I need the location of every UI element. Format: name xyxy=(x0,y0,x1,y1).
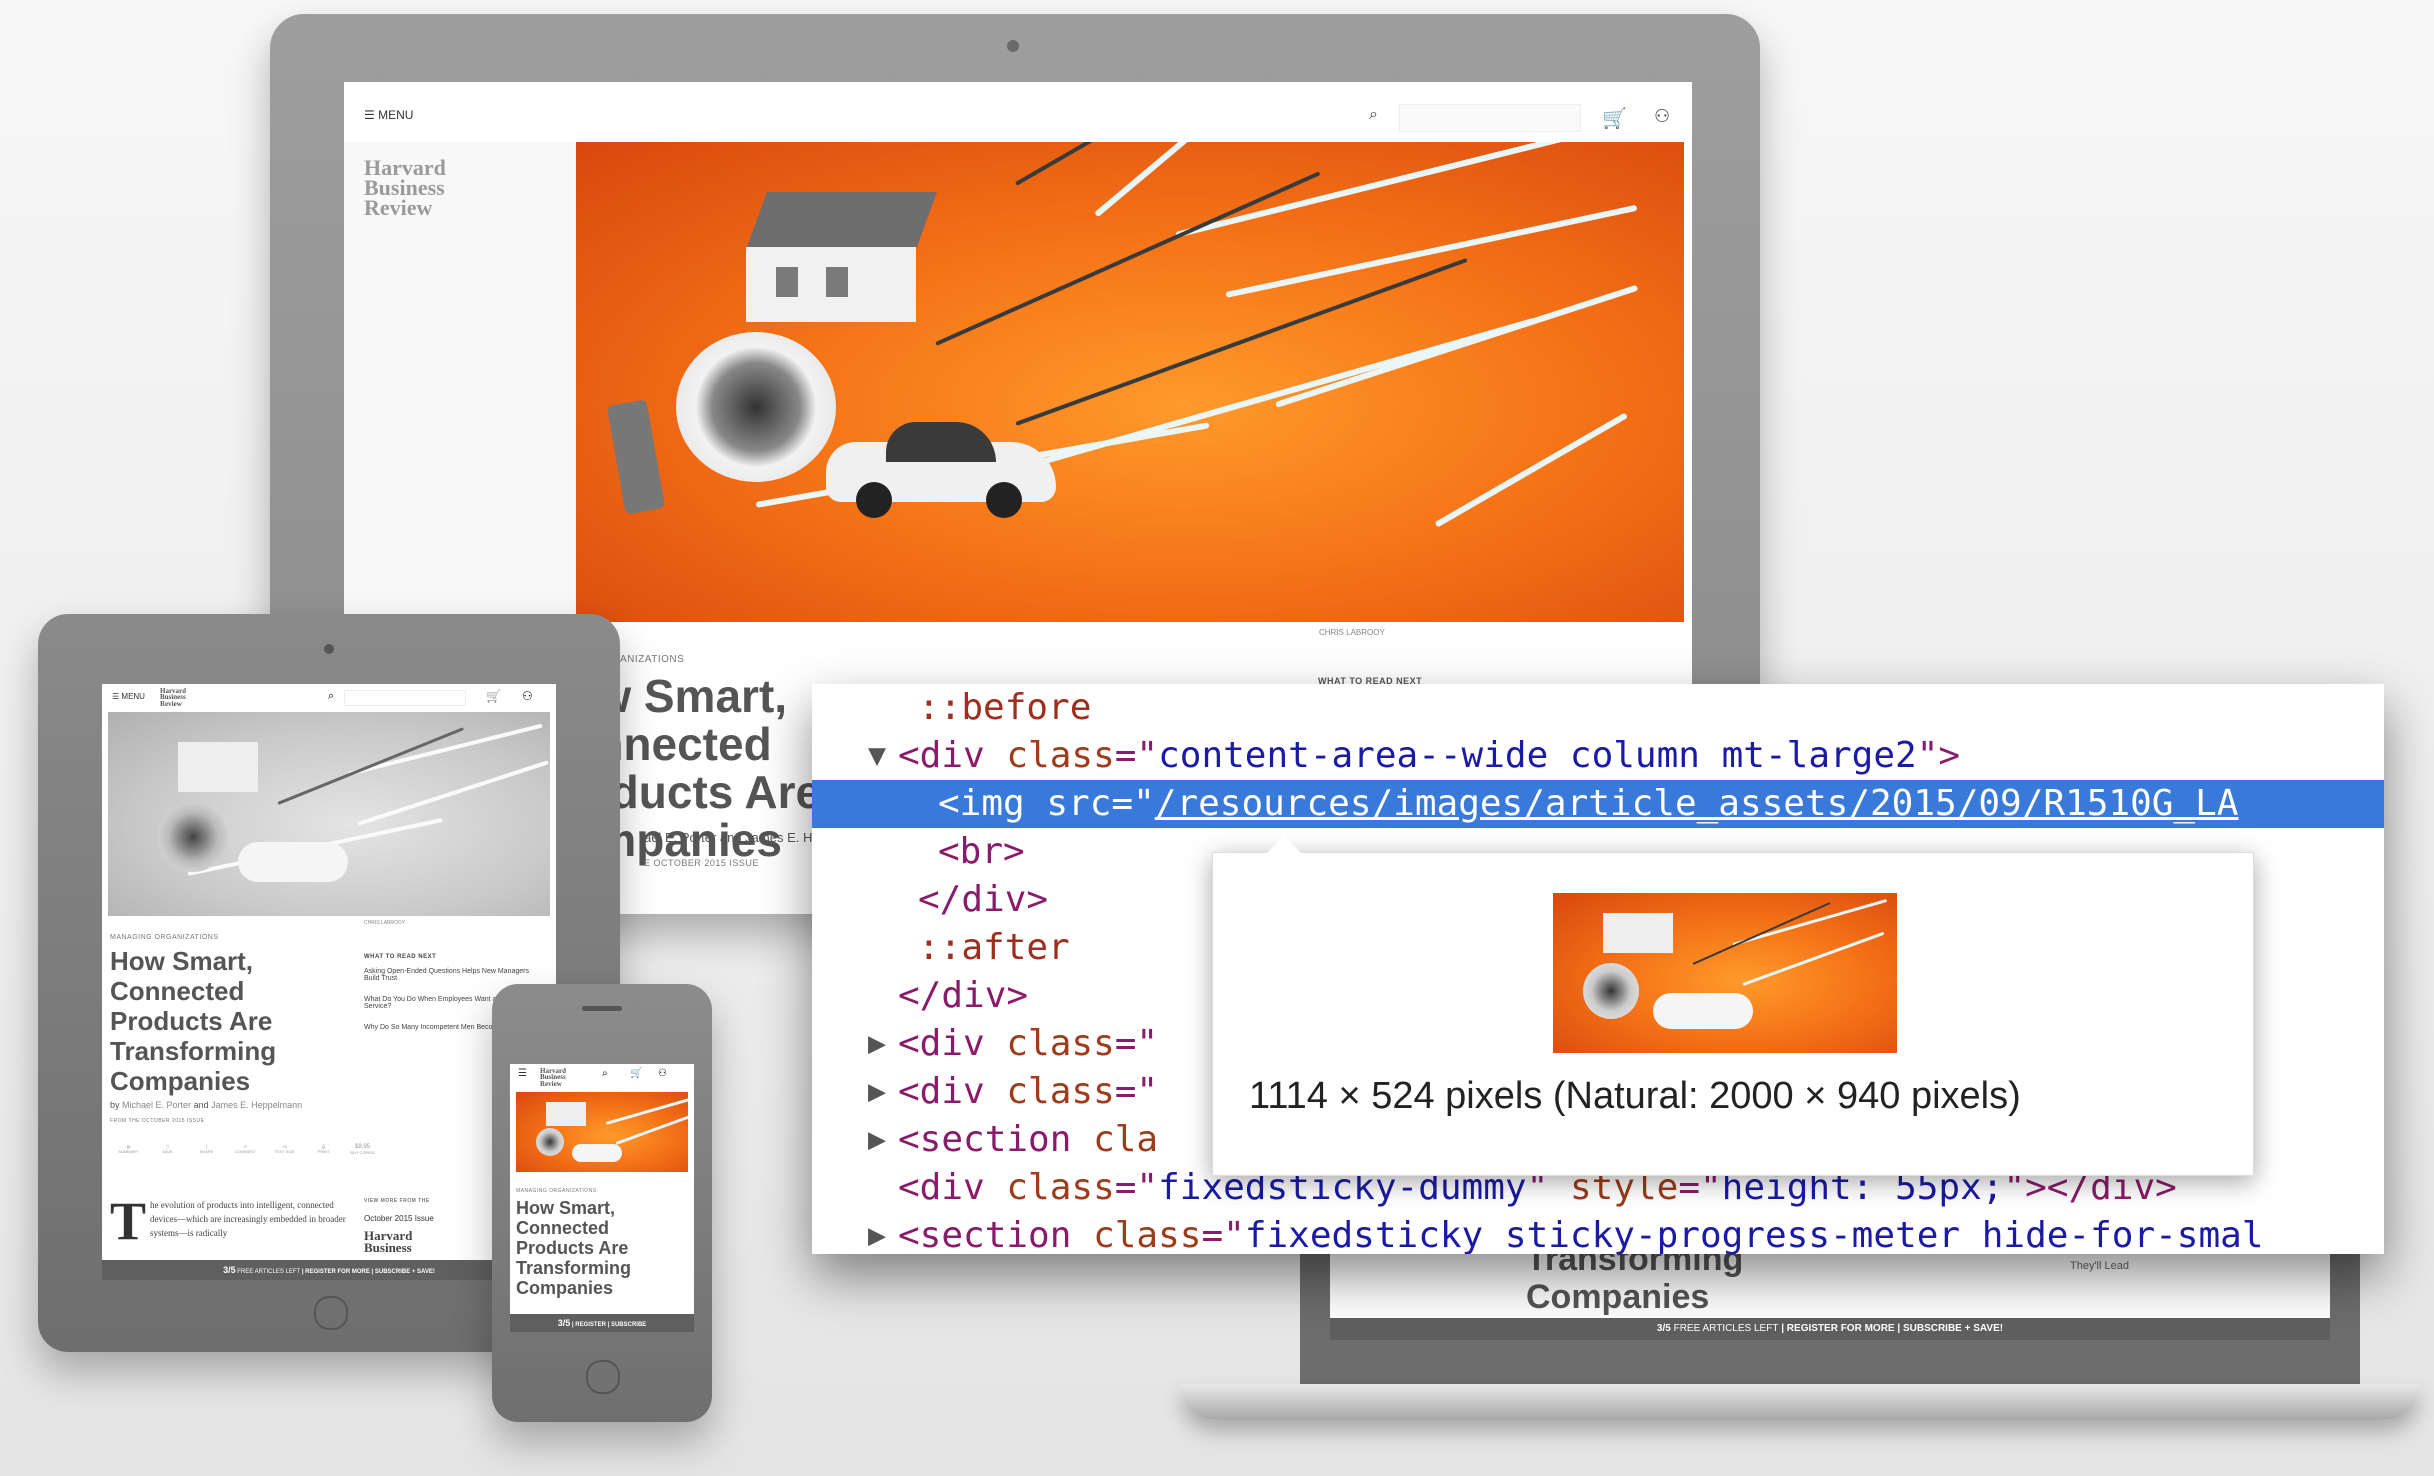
tablet-photo-credit: CHRIS LABROOY xyxy=(364,920,406,926)
tablet-search-icon[interactable]: ⌕ xyxy=(328,690,334,703)
phone-search-icon[interactable]: ⌕ xyxy=(602,1068,608,1079)
desktop-camera xyxy=(1007,40,1019,52)
devtools-code: <section class="fixedsticky sticky-progr… xyxy=(898,1215,2264,1254)
tablet-logo[interactable]: Harvard Business Review xyxy=(160,687,186,707)
tablet-view-more: VIEW MORE FROM THE xyxy=(364,1198,430,1204)
tablet-menu-button[interactable]: ☰ MENU xyxy=(112,692,145,701)
devtools-code: <div class="content-area--wide column mt… xyxy=(898,735,1961,776)
devtools-code: ::before xyxy=(918,687,1092,728)
house-illustration xyxy=(726,192,937,322)
tooltip-image-thumbnail xyxy=(1553,893,1897,1053)
tablet-cart-icon[interactable]: 🛒 xyxy=(486,689,501,703)
phone-cart-icon[interactable]: 🛒 xyxy=(630,1068,642,1079)
phone: ☰ Harvard Business Review ⌕ 🛒 ⚇ MANAGING O… xyxy=(492,984,712,1422)
phone-promo-bar[interactable]: 3/5 | REGISTER | SUBSCRIBE xyxy=(510,1314,694,1332)
hamburger-icon: ☰ xyxy=(364,108,375,122)
desktop-logo-text: Harvard Business Review xyxy=(364,155,446,220)
robot-arm-illustration xyxy=(606,399,666,515)
devtools-node-line[interactable]: ▼ <div class="content-area--wide column m… xyxy=(812,732,2384,780)
author-link-1[interactable]: Michael E. Porter xyxy=(122,1100,191,1110)
phone-hero-image xyxy=(516,1092,688,1172)
tablet-screen: ☰ MENU Harvard Business Review ⌕ 🛒 ⚇ CHRIS… xyxy=(102,684,556,1280)
expand-triangle-icon[interactable]: ▶ xyxy=(868,1116,886,1164)
desktop-hero-image xyxy=(576,142,1684,622)
phone-screen: ☰ Harvard Business Review ⌕ 🛒 ⚇ MANAGING O… xyxy=(510,1064,694,1332)
tablet-issue: FROM THE OCTOBER 2015 ISSUE xyxy=(110,1118,205,1124)
tooltip-arrow xyxy=(1266,836,1302,854)
desktop-menu-button[interactable]: ☰ MENU xyxy=(364,108,413,122)
phone-home-button[interactable] xyxy=(586,1360,620,1394)
text-size-button[interactable]: +A TEXT SIZE xyxy=(266,1144,303,1174)
tablet-kicker[interactable]: MANAGING ORGANIZATIONS xyxy=(110,934,219,941)
expand-triangle-icon[interactable]: ▶ xyxy=(868,1068,886,1116)
tablet-tools-bar: ▤ SUMMARY ▢ SAVE ⇪ SHARE ✎ COMMENT +A TEXT SI… xyxy=(110,1144,410,1174)
tablet-headline: How Smart, Connected Products Are Transf… xyxy=(110,946,277,1096)
devtools-code: ::after xyxy=(918,927,1070,968)
desktop-search-input[interactable] xyxy=(1399,104,1581,132)
print-button[interactable]: ⎙ PRINT xyxy=(305,1144,342,1174)
tablet-camera xyxy=(324,644,334,654)
devtools-selected-node[interactable]: <img src="/resources/images/article_asse… xyxy=(812,780,2384,828)
phone-speaker xyxy=(582,1006,622,1011)
devtools-code: <section cla xyxy=(898,1119,1159,1160)
devtools-code: </div> xyxy=(918,879,1049,920)
tablet-search-input[interactable] xyxy=(344,690,466,706)
buy-copies-button[interactable]: $8.95 BUY COPIES xyxy=(344,1144,381,1174)
desktop-byline: ael E. Porter and James E. Hep xyxy=(644,830,827,845)
phone-headline: How Smart, Connected Products Are Transf… xyxy=(516,1198,632,1298)
image-preview-tooltip: 1114 × 524 pixels (Natural: 2000 × 940 p… xyxy=(1212,852,2254,1176)
tablet-issue-logo: Harvard Business xyxy=(364,1228,413,1255)
tablet-what-to-read-next: WHAT TO READ NEXT xyxy=(364,954,437,960)
laptop-promo-bar[interactable]: 3/5 FREE ARTICLES LEFT | REGISTER FOR MO… xyxy=(1330,1318,2330,1340)
phone-menu-icon[interactable]: ☰ xyxy=(518,1068,527,1079)
desktop-photo-credit: CHRIS LABROOY xyxy=(1319,628,1385,637)
save-button[interactable]: ▢ SAVE xyxy=(149,1144,186,1174)
tablet-body: T he evolution of products into intellig… xyxy=(110,1191,346,1251)
dropcap: T xyxy=(110,1191,147,1251)
tablet-view-more-issue[interactable]: October 2015 Issue xyxy=(364,1214,434,1223)
expand-triangle-icon[interactable]: ▶ xyxy=(868,1212,886,1254)
engine-illustration xyxy=(676,332,836,482)
laptop-side-text: They'll Lead xyxy=(2070,1260,2129,1272)
author-link-2[interactable]: James E. Heppelmann xyxy=(211,1100,302,1110)
devtools-code: <div class=" xyxy=(898,1071,1159,1112)
tablet-promo-bar[interactable]: 3/5 FREE ARTICLES LEFT | REGISTER FOR MO… xyxy=(102,1260,556,1280)
desktop-user-icon[interactable]: ⚇ xyxy=(1654,106,1670,127)
phone-kicker[interactable]: MANAGING ORGANIZATIONS xyxy=(516,1188,597,1194)
laptop-base xyxy=(1180,1384,2420,1420)
desktop-cart-icon[interactable]: 🛒 xyxy=(1602,106,1627,131)
car-illustration xyxy=(826,412,1056,522)
devtools-node-line[interactable]: ::before xyxy=(812,684,2384,732)
phone-logo[interactable]: Harvard Business Review xyxy=(540,1067,566,1087)
phone-user-icon[interactable]: ⚇ xyxy=(658,1068,667,1079)
desktop-issue: E OCTOBER 2015 ISSUE xyxy=(644,858,759,868)
tablet-home-button[interactable] xyxy=(314,1296,348,1330)
devtools-code: <img src="/resources/images/article_asse… xyxy=(938,783,2239,824)
expand-triangle-icon[interactable]: ▶ xyxy=(868,1020,886,1068)
tablet-byline: by Michael E. Porter and James E. Heppel… xyxy=(110,1100,303,1110)
devtools-code: </div> xyxy=(898,975,1029,1016)
tablet-user-icon[interactable]: ⚇ xyxy=(522,689,533,703)
share-button[interactable]: ⇪ SHARE xyxy=(188,1144,225,1174)
tablet-hero-image xyxy=(108,712,550,916)
summary-button[interactable]: ▤ SUMMARY xyxy=(110,1144,147,1174)
collapse-triangle-icon[interactable]: ▼ xyxy=(868,732,886,780)
devtools-code: <br> xyxy=(938,831,1025,872)
tablet-read-next-1[interactable]: Asking Open-Ended Questions Helps New Ma… xyxy=(364,968,544,982)
comment-button[interactable]: ✎ COMMENT xyxy=(227,1144,264,1174)
devtools-code: <div class=" xyxy=(898,1023,1159,1064)
desktop-search-icon[interactable]: ⌕ xyxy=(1369,106,1378,124)
tooltip-dimensions: 1114 × 524 pixels (Natural: 2000 × 940 p… xyxy=(1249,1075,2021,1117)
devtools-node-line[interactable]: ▶ <section class="fixedsticky sticky-prog… xyxy=(812,1212,2384,1254)
